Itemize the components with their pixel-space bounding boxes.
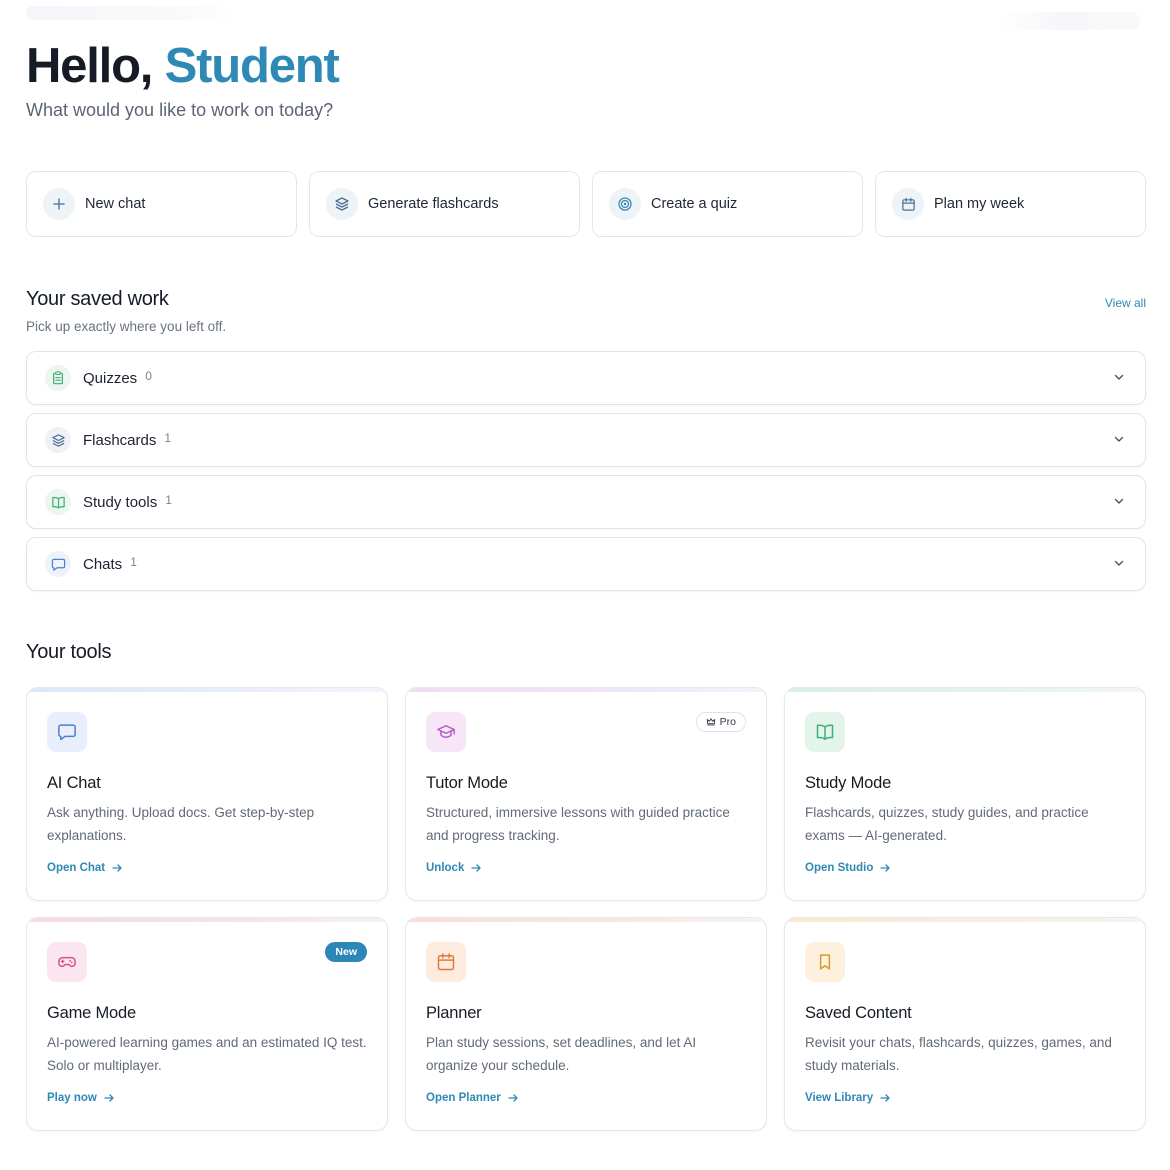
arrow-right-icon (471, 864, 481, 872)
card-title: Game Mode (47, 1004, 136, 1022)
new-chat-button[interactable]: New chat (26, 171, 297, 237)
quick-action-label: Create a quiz (651, 196, 738, 212)
bookmark-icon (805, 942, 845, 982)
open-studio-link[interactable]: Open Studio (805, 862, 891, 874)
link-label: Open Studio (805, 862, 874, 874)
graduation-cap-icon (426, 712, 466, 752)
plus-icon (43, 188, 75, 220)
chat-bubble-icon (47, 712, 87, 752)
accordion-quizzes[interactable]: Quizzes 0 (26, 351, 1146, 405)
page-title: Hello, Student (26, 38, 340, 94)
greeting: Hello, (26, 39, 153, 93)
chevron-down-icon (1114, 560, 1124, 566)
chevron-down-icon (1114, 436, 1124, 442)
tool-card-study-mode[interactable]: Study Mode Flashcards, quizzes, study gu… (784, 687, 1146, 901)
card-description: Structured, immersive lessons with guide… (426, 805, 730, 843)
accordion-label: Chats (83, 555, 123, 573)
tool-card-game-mode[interactable]: New Game Mode AI-powered learning games … (26, 917, 388, 1131)
saved-work-header: Your saved work Pick up exactly where yo… (26, 288, 1146, 334)
card-title: Planner (426, 1004, 482, 1022)
user-name: Student (164, 39, 340, 93)
section-subtitle: Pick up exactly where you left off. (26, 319, 227, 334)
chevron-down-icon (1114, 498, 1124, 504)
card-description: Ask anything. Upload docs. Get step-by-s… (47, 805, 315, 843)
quick-action-label: Plan my week (934, 196, 1025, 212)
quick-actions: New chat Generate flashcards Create a qu… (26, 171, 1146, 237)
book-open-icon (45, 489, 71, 515)
quick-action-label: New chat (85, 196, 146, 212)
gamepad-icon (47, 942, 87, 982)
chevron-down-icon (1114, 374, 1124, 380)
unlock-link[interactable]: Unlock (426, 862, 482, 874)
saved-work-list: Quizzes 0 Flashcards 1 Study tools 1 Cha… (26, 351, 1146, 599)
card-title: AI Chat (47, 774, 101, 792)
page-subtitle: What would you like to work on today? (26, 100, 334, 120)
accordion-label: Flashcards (83, 431, 157, 449)
clipboard-icon (45, 365, 71, 391)
topbar-placeholder-right (1000, 12, 1140, 30)
tool-card-tutor-mode[interactable]: Pro Tutor Mode Structured, immersive les… (405, 687, 767, 901)
calendar-icon (426, 942, 466, 982)
layers-icon (45, 427, 71, 453)
card-title: Study Mode (805, 774, 892, 792)
card-accent-bar (27, 688, 387, 692)
item-count: 0 (145, 369, 152, 383)
section-title: Your tools (26, 641, 112, 663)
quick-action-label: Generate flashcards (368, 196, 499, 212)
link-label: Open Chat (47, 862, 106, 874)
new-badge: New (325, 942, 367, 962)
target-icon (609, 188, 641, 220)
link-label: Play now (47, 1092, 97, 1104)
tools-grid: AI Chat Ask anything. Upload docs. Get s… (26, 687, 1146, 1131)
accordion-label: Study tools (83, 493, 158, 511)
accordion-label: Quizzes (83, 369, 138, 387)
layers-icon (326, 188, 358, 220)
chat-bubble-icon (45, 551, 71, 577)
view-library-link[interactable]: View Library (805, 1092, 891, 1104)
arrow-right-icon (508, 1094, 518, 1102)
card-accent-bar (785, 688, 1145, 692)
arrow-right-icon (880, 864, 891, 872)
play-now-link[interactable]: Play now (47, 1092, 115, 1104)
accordion-chats[interactable]: Chats 1 (26, 537, 1146, 591)
card-accent-bar (785, 918, 1145, 922)
tool-card-planner[interactable]: Planner Plan study sessions, set deadlin… (405, 917, 767, 1131)
arrow-right-icon (104, 1094, 114, 1102)
crown-icon (706, 718, 715, 726)
calendar-icon (892, 188, 924, 220)
open-planner-link[interactable]: Open Planner (426, 1092, 519, 1104)
item-count: 1 (130, 555, 137, 569)
card-description: Plan study sessions, set deadlines, and … (426, 1035, 697, 1073)
plan-my-week-button[interactable]: Plan my week (875, 171, 1146, 237)
card-description: Revisit your chats, flashcards, quizzes,… (805, 1035, 1112, 1073)
card-accent-bar (406, 688, 766, 692)
card-accent-bar (27, 918, 387, 922)
generate-flashcards-button[interactable]: Generate flashcards (309, 171, 580, 237)
card-description: Flashcards, quizzes, study guides, and p… (805, 805, 1089, 843)
card-title: Tutor Mode (426, 774, 508, 792)
tool-card-saved-content[interactable]: Saved Content Revisit your chats, flashc… (784, 917, 1146, 1131)
item-count: 1 (165, 493, 172, 507)
hero: Hello, Student What would you like to wo… (26, 38, 340, 121)
link-label: View Library (805, 1092, 874, 1104)
accordion-study-tools[interactable]: Study tools 1 (26, 475, 1146, 529)
open-chat-link[interactable]: Open Chat (47, 862, 123, 874)
card-accent-bar (406, 918, 766, 922)
link-label: Unlock (426, 862, 465, 874)
create-quiz-button[interactable]: Create a quiz (592, 171, 863, 237)
topbar-placeholder-left (26, 6, 236, 20)
card-description: AI-powered learning games and an estimat… (47, 1035, 367, 1073)
book-open-icon (805, 712, 845, 752)
item-count: 1 (164, 431, 172, 445)
badge-label: Pro (719, 716, 736, 728)
link-label: Open Planner (426, 1092, 501, 1104)
tool-card-ai-chat[interactable]: AI Chat Ask anything. Upload docs. Get s… (26, 687, 388, 901)
section-title: Your saved work (26, 288, 169, 310)
pro-badge: Pro (695, 712, 746, 732)
arrow-right-icon (880, 1094, 890, 1102)
view-all-link[interactable]: View all (1105, 296, 1146, 310)
accordion-flashcards[interactable]: Flashcards 1 (26, 413, 1146, 467)
card-title: Saved Content (805, 1004, 912, 1022)
arrow-right-icon (112, 864, 122, 872)
